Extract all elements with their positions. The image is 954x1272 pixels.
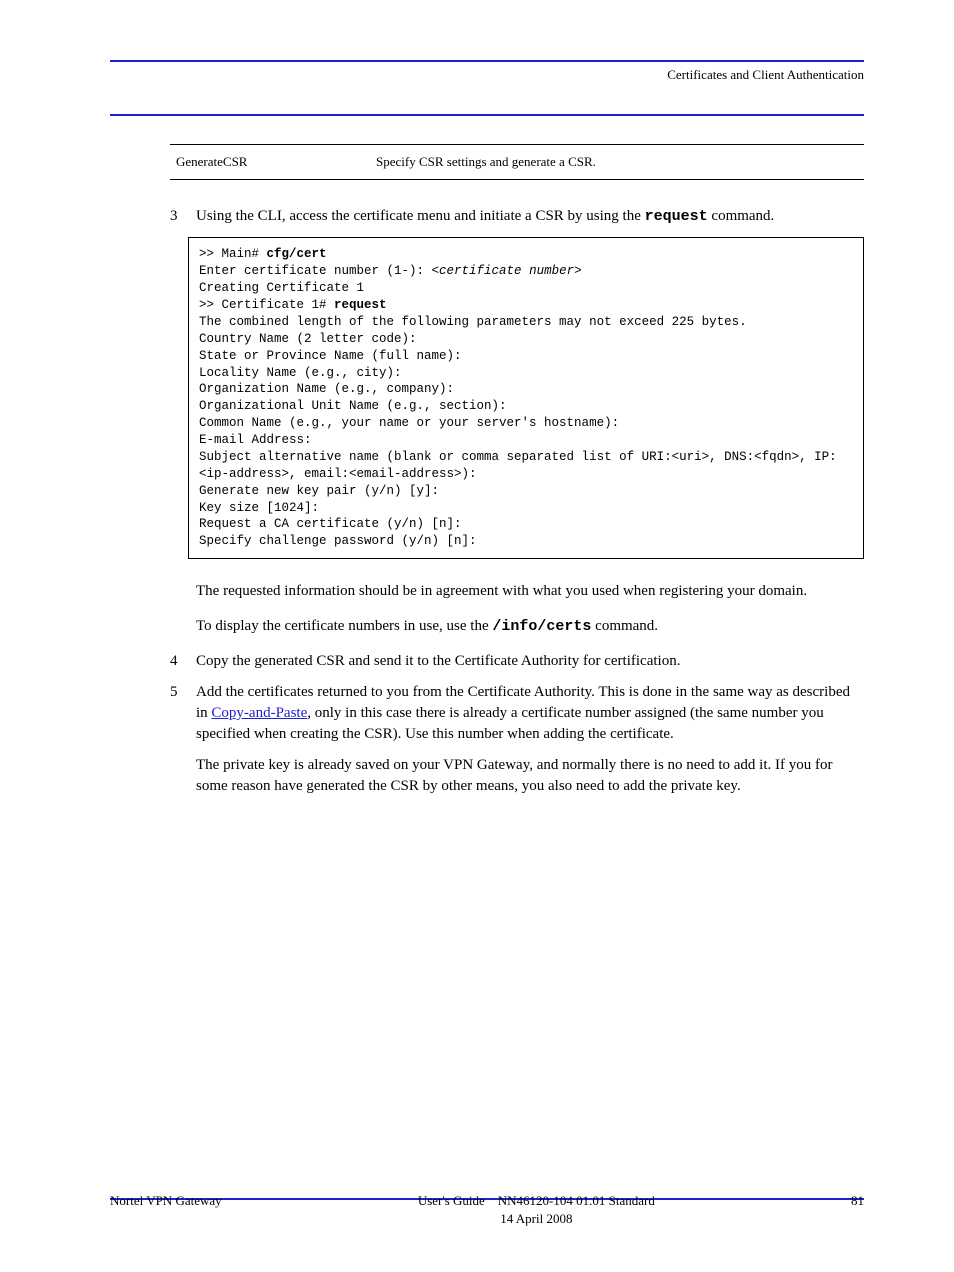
step-number: 5 bbox=[170, 682, 196, 745]
footer-center: User's Guide NN46120-104 01.01 Standard … bbox=[222, 1192, 851, 1228]
para-agreement: The requested information should be in a… bbox=[196, 581, 864, 602]
para-display-certs: To display the certificate numbers in us… bbox=[196, 616, 864, 637]
cli-code-block: >> Main# cfg/cert Enter certificate numb… bbox=[188, 237, 864, 559]
page-header: Certificates and Client Authentication bbox=[110, 66, 864, 84]
step-text: Using the CLI, access the certificate me… bbox=[196, 206, 864, 227]
csr-row: GenerateCSR Specify CSR settings and gen… bbox=[170, 144, 864, 180]
step-number: 4 bbox=[170, 651, 196, 672]
step-3: 3 Using the CLI, access the certificate … bbox=[170, 206, 864, 227]
page-footer: Nortel VPN Gateway User's Guide NN46120-… bbox=[110, 1192, 864, 1228]
step-text: Copy the generated CSR and send it to th… bbox=[196, 651, 864, 672]
csr-label: GenerateCSR bbox=[170, 153, 376, 171]
para-private-key: The private key is already saved on your… bbox=[196, 755, 864, 797]
step-5: 5 Add the certificates returned to you f… bbox=[170, 682, 864, 745]
copy-paste-link[interactable]: Copy-and-Paste bbox=[211, 705, 307, 721]
step-number: 3 bbox=[170, 206, 196, 227]
csr-desc: Specify CSR settings and generate a CSR. bbox=[376, 153, 864, 171]
step-text: Add the certificates returned to you fro… bbox=[196, 682, 864, 745]
footer-left: Nortel VPN Gateway bbox=[110, 1192, 222, 1228]
footer-page: 81 bbox=[851, 1192, 864, 1228]
step-4: 4 Copy the generated CSR and send it to … bbox=[170, 651, 864, 672]
